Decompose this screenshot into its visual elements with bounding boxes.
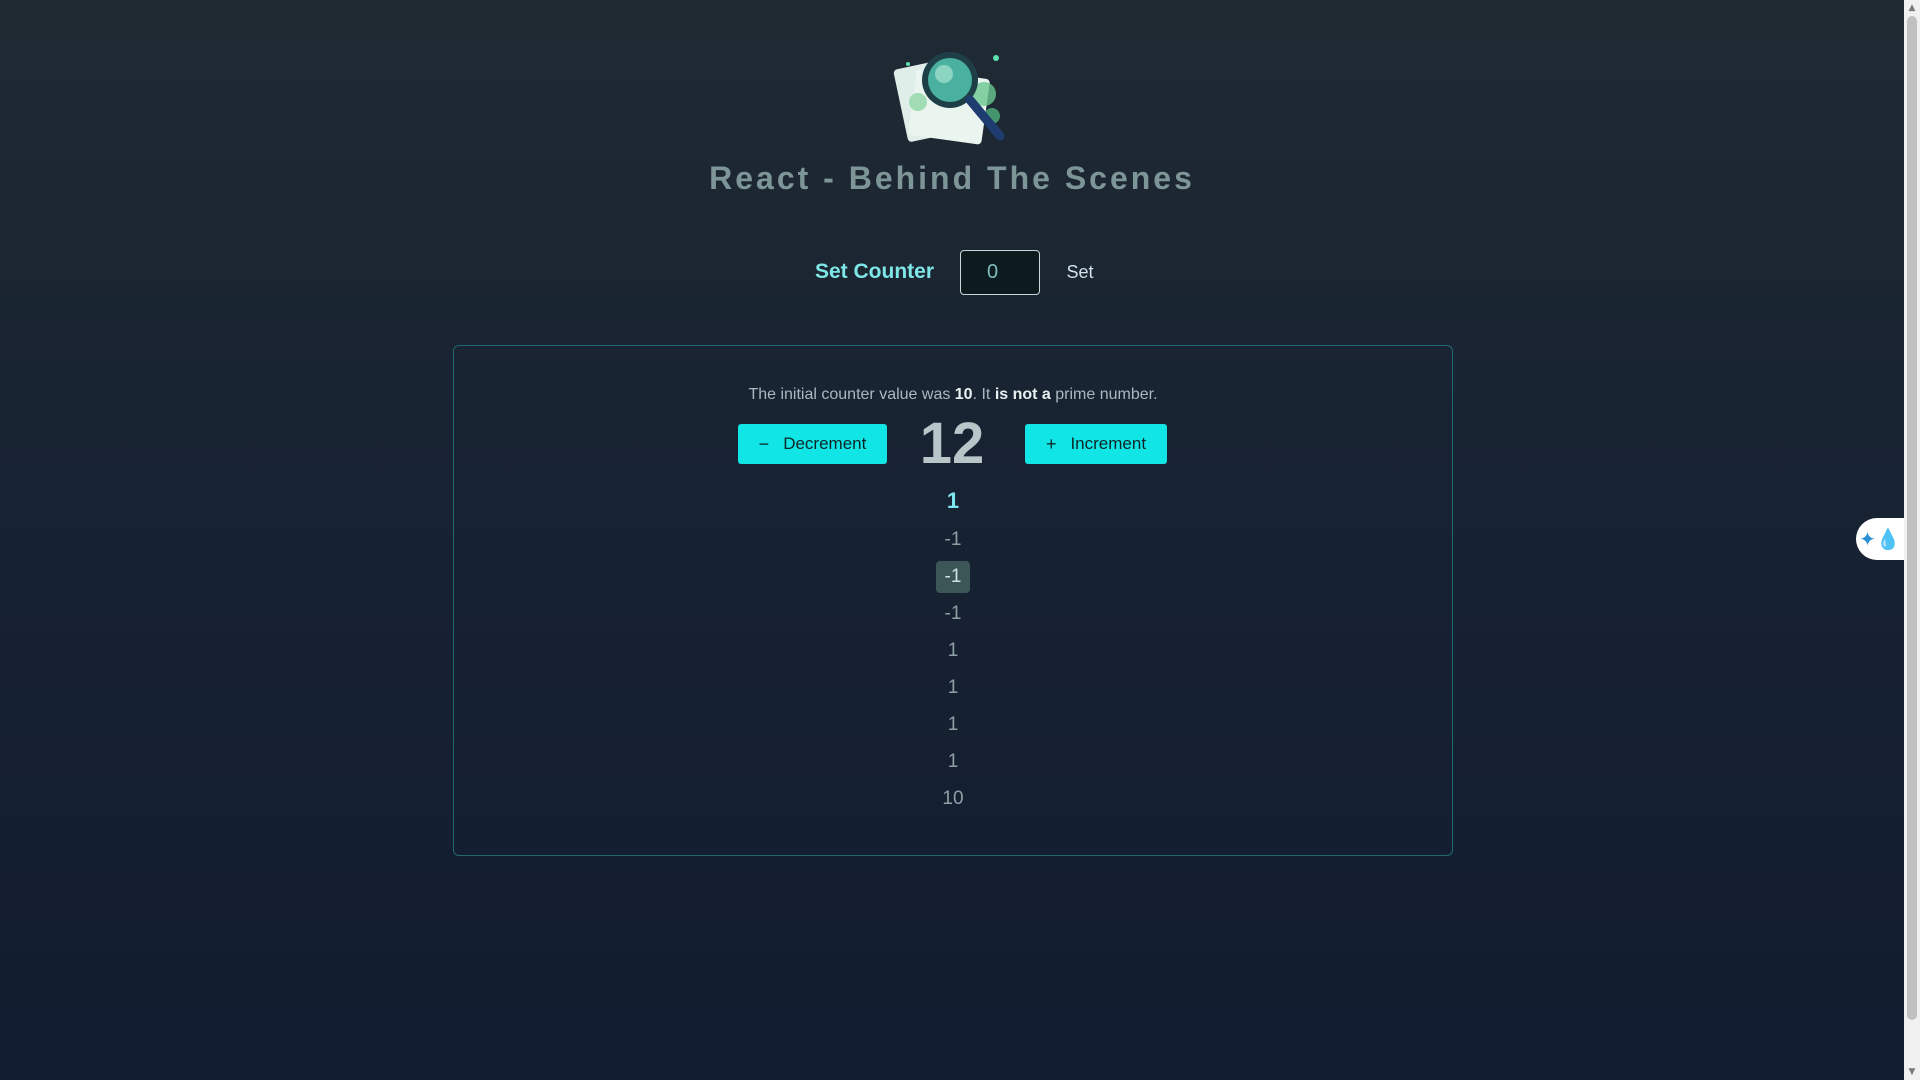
history-item: 1	[454, 706, 1452, 743]
set-counter-section: Set Counter Set	[0, 250, 1904, 296]
info-middle: . It	[972, 386, 995, 403]
history-value: -1	[944, 603, 962, 624]
prime-status: is not a	[994, 386, 1051, 403]
history-item: 1	[454, 632, 1452, 669]
minus-icon: −	[758, 434, 770, 454]
history-item: 1	[454, 669, 1452, 706]
set-button[interactable]: Set	[1060, 250, 1100, 295]
history-item: 1	[454, 484, 1452, 521]
increment-label: Increment	[1070, 434, 1147, 453]
history-item: -1	[454, 595, 1452, 632]
history-value: 1	[947, 751, 959, 772]
history-value: 1	[947, 714, 959, 735]
decrement-label: Decrement	[783, 434, 867, 453]
info-prefix: The initial counter value was	[748, 386, 955, 403]
scroll-up-arrow-icon[interactable]: ▲	[1904, 0, 1920, 16]
counter-value: 12	[919, 411, 985, 476]
info-suffix: prime number.	[1050, 386, 1158, 403]
droplet-sparkle-icon: ✦💧	[1859, 527, 1901, 551]
page-title: React - Behind The Scenes	[709, 160, 1195, 196]
counter-card: The initial counter value was 10. It is …	[453, 345, 1453, 856]
scroll-down-arrow-icon[interactable]: ▼	[1904, 1064, 1920, 1080]
side-widget-button[interactable]: ✦💧	[1856, 518, 1904, 560]
initial-value: 10	[954, 386, 973, 403]
set-counter-input[interactable]	[960, 250, 1040, 295]
history-value: 1	[947, 677, 959, 698]
history-value: -1	[935, 561, 971, 593]
history-item: -1	[454, 558, 1452, 595]
increment-button[interactable]: + Increment	[1025, 424, 1167, 464]
history-value: 1	[947, 640, 959, 661]
history-value: -1	[944, 529, 962, 550]
decrement-button[interactable]: − Decrement	[738, 424, 887, 464]
counter-history-list: 1 -1 -1 -1 1 1 1 1 10	[454, 484, 1452, 817]
magnifying-glass-logo	[893, 52, 1005, 145]
initial-value-info: The initial counter value was 10. It is …	[454, 386, 1452, 404]
history-value: 1	[946, 488, 960, 513]
scrollbar-thumb[interactable]	[1907, 16, 1917, 1020]
page: React - Behind The Scenes Set Counter Se…	[0, 0, 1904, 1080]
plus-icon: +	[1045, 434, 1057, 454]
history-item: 1	[454, 743, 1452, 780]
set-counter-label: Set Counter	[815, 260, 935, 283]
history-item: -1	[454, 521, 1452, 558]
history-value: 10	[942, 788, 964, 809]
history-item: 10	[454, 780, 1452, 817]
vertical-scrollbar[interactable]: ▲ ▼	[1904, 0, 1920, 1080]
